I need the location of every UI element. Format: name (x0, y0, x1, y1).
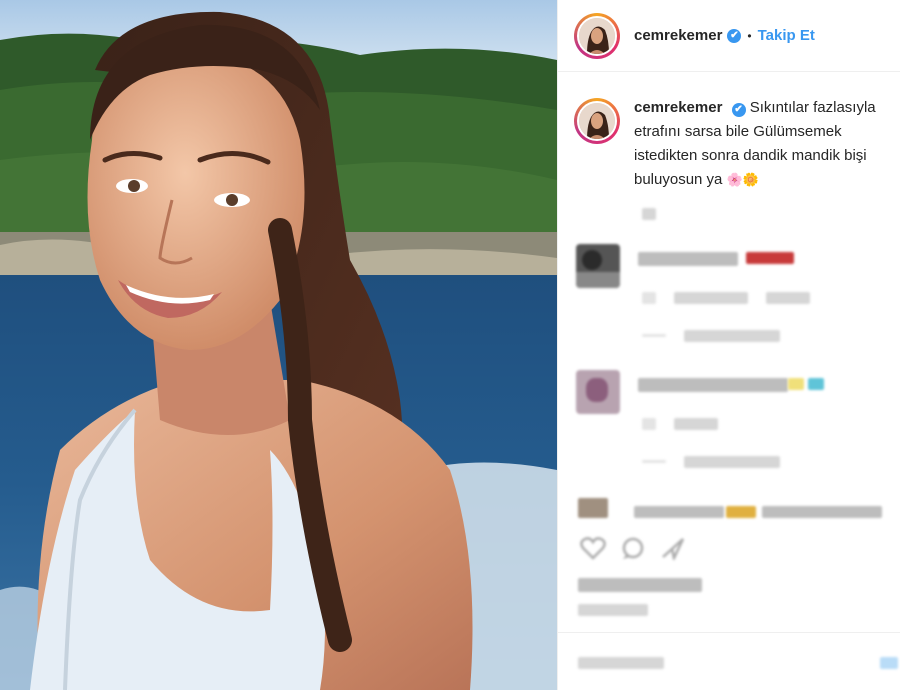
view-replies-blurred[interactable] (684, 456, 780, 468)
comment-text-blurred (762, 506, 882, 518)
post-comment-button-blurred[interactable] (880, 657, 898, 669)
follow-separator: • (747, 28, 752, 43)
comment-emoji-blurred (726, 506, 756, 518)
post-side-panel: cemrekemer ✔ • Takip Et cemrekemer ✔ Sık… (557, 0, 900, 690)
share-icon[interactable] (660, 536, 686, 560)
comment-meta-blurred (642, 418, 656, 430)
comment-meta-blurred (674, 292, 748, 304)
post-username[interactable]: cemrekemer (634, 27, 722, 44)
caption-username[interactable]: cemrekemer (634, 99, 722, 116)
comment-meta-blurred (766, 292, 810, 304)
caption-verified-badge-icon: ✔ (731, 103, 746, 117)
caption-timestamp-blurred (642, 208, 656, 220)
add-comment-bar (558, 632, 900, 690)
comment-emoji-blurred (746, 252, 794, 264)
caption-text-block: cemrekemer ✔ Sıkıntılar fazlasıyla etraf… (634, 96, 894, 192)
likes-count-blurred[interactable] (578, 578, 702, 592)
follow-button[interactable]: Takip Et (758, 27, 815, 44)
comment-emoji-blurred (788, 378, 804, 390)
comment-text-blurred (638, 378, 788, 392)
comment-text-blurred (638, 252, 738, 266)
post-caption: cemrekemer ✔ Sıkıntılar fazlasıyla etraf… (574, 96, 894, 192)
post-header: cemrekemer ✔ • Takip Et (558, 0, 900, 72)
comment-avatar (576, 370, 620, 414)
avatar-photo (577, 15, 617, 56)
comment-meta-blurred (642, 292, 656, 304)
view-replies-blurred[interactable] (684, 330, 780, 342)
comment-meta-blurred (674, 418, 718, 430)
post-photo-image (0, 0, 557, 690)
heart-icon[interactable] (580, 536, 606, 560)
caption-emoji: 🌸🌼 (726, 172, 759, 187)
add-comment-input-blurred[interactable] (578, 657, 664, 669)
verified-badge-icon: ✔ (727, 28, 742, 43)
post-photo[interactable] (0, 0, 557, 690)
view-replies-line (642, 334, 666, 337)
comment-avatar (576, 244, 620, 288)
comment-emoji-blurred (808, 378, 824, 390)
post-date-blurred (578, 604, 648, 616)
comment-icon[interactable] (620, 536, 646, 560)
profile-avatar[interactable] (574, 12, 620, 59)
caption-avatar[interactable] (574, 98, 620, 144)
comment-text-blurred (634, 506, 724, 518)
comment-avatar (578, 498, 608, 518)
caption-avatar-photo (577, 101, 617, 141)
view-replies-line (642, 460, 666, 463)
